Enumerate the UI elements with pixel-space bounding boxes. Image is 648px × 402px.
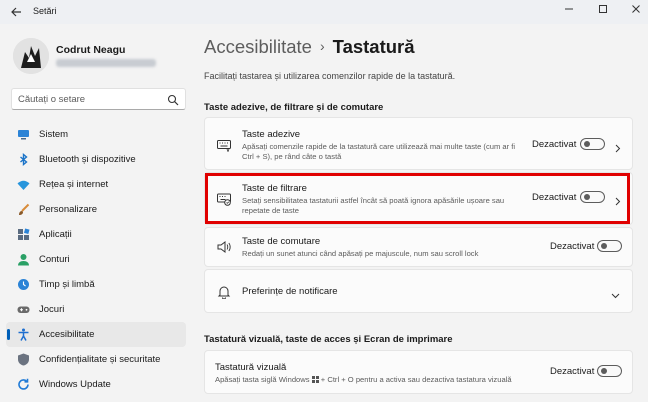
close-icon[interactable] <box>627 3 645 21</box>
breadcrumb-separator: › <box>319 38 325 54</box>
sidebar-item-label: Timp și limbă <box>39 279 95 290</box>
notification-preferences-title: Preferințe de notificare <box>242 286 338 297</box>
bell-icon <box>217 285 231 300</box>
title-bar: Setări <box>0 0 648 24</box>
minimize-icon[interactable] <box>560 3 578 21</box>
windows-logo-icon <box>311 376 319 387</box>
sidebar-item-time-language[interactable]: Timp și limbă <box>6 272 186 297</box>
sticky-keys-description-1: Apăsați comenzile rapide de la tastatură… <box>242 142 516 151</box>
page-description: Facilitați tastarea și utilizarea comenz… <box>204 71 456 81</box>
sidebar-item-label: Jocuri <box>39 304 65 315</box>
toggle-keys-title: Taste de comutare <box>242 236 321 247</box>
sidebar-item-network[interactable]: Rețea și internet <box>6 172 186 197</box>
sidebar-item-label: Aplicații <box>39 229 72 240</box>
profile-name: Codrut Neagu <box>56 44 126 56</box>
toggle-keys-description: Redați un sunet atunci când apăsați pe m… <box>242 249 479 258</box>
sidebar-item-windows-update[interactable]: Windows Update <box>6 372 186 397</box>
search-placeholder: Căutați o setare <box>18 94 86 105</box>
section-title-visual-keyboard: Tastatură vizuală, taste de acces și Ecr… <box>204 334 453 345</box>
breadcrumb-parent[interactable]: Accesibilitate <box>204 36 312 57</box>
search-input[interactable]: Căutați o setare <box>11 88 186 110</box>
avatar[interactable] <box>13 38 49 74</box>
chevron-right-icon[interactable] <box>613 140 622 153</box>
sidebar-item-accessibility[interactable]: Accesibilitate <box>6 322 186 347</box>
sidebar-item-label: Sistem <box>39 129 69 140</box>
search-icon[interactable] <box>167 93 179 106</box>
sidebar-item-label: Confidențialitate și securitate <box>39 354 161 365</box>
apps-icon <box>17 228 30 241</box>
sidebar-item-label: Personalizare <box>39 204 98 215</box>
toggle-keys-card[interactable]: Taste de comutare Redați un sunet atunci… <box>204 227 633 267</box>
person-icon <box>17 253 30 266</box>
sidebar-item-privacy-security[interactable]: Confidențialitate și securitate <box>6 347 186 372</box>
notification-preferences-card[interactable]: Preferințe de notificare <box>204 269 633 313</box>
on-screen-keyboard-status: Dezactivat <box>550 366 595 377</box>
accessibility-icon <box>17 328 30 341</box>
sticky-keys-card[interactable]: Taste adezive Apăsați comenzile rapide d… <box>204 117 633 170</box>
sidebar-item-label: Windows Update <box>39 379 111 390</box>
back-arrow-icon[interactable] <box>8 4 24 20</box>
on-screen-keyboard-toggle[interactable] <box>597 365 622 377</box>
sidebar-item-sistem[interactable]: Sistem <box>6 122 186 147</box>
shield-icon <box>17 353 30 366</box>
sidebar-nav: Sistem Bluetooth și dispozitive Rețea și… <box>6 122 186 397</box>
sidebar-item-personalization[interactable]: Personalizare <box>6 197 186 222</box>
chevron-down-icon[interactable] <box>611 287 620 299</box>
brush-icon <box>17 203 30 216</box>
window-title: Setări <box>33 6 57 16</box>
sidebar-item-label: Bluetooth și dispozitive <box>39 154 136 165</box>
sidebar-item-accounts[interactable]: Conturi <box>6 247 186 272</box>
maximize-icon[interactable] <box>594 3 612 21</box>
sidebar-item-gaming[interactable]: Jocuri <box>6 297 186 322</box>
toggle-keys-toggle[interactable] <box>597 240 622 252</box>
on-screen-keyboard-card[interactable]: Tastatură vizuală Apăsați tasta siglă Wi… <box>204 350 633 394</box>
section-title-keys: Taste adezive, de filtrare și de comutar… <box>204 102 384 113</box>
sidebar-item-bluetooth[interactable]: Bluetooth și dispozitive <box>6 147 186 172</box>
wifi-icon <box>17 178 30 191</box>
highlight-frame <box>205 173 630 224</box>
on-screen-keyboard-description-1: Apăsați tasta siglă Windows <box>215 375 310 384</box>
sticky-keys-description-2: Ctrl + S), pe rând câte o tastă <box>242 152 342 161</box>
page-title: Tastatură <box>332 36 415 57</box>
update-icon <box>17 378 30 391</box>
on-screen-keyboard-description-2: + Ctrl + O pentru a activa sau dezactiva… <box>320 375 512 384</box>
sticky-keys-icon <box>217 138 231 153</box>
sticky-keys-toggle[interactable] <box>580 138 605 150</box>
sidebar-item-label: Rețea și internet <box>39 179 109 190</box>
toggle-keys-status: Dezactivat <box>550 241 595 252</box>
sticky-keys-status: Dezactivat <box>532 139 577 150</box>
breadcrumb: Accesibilitate › Tastatură <box>204 36 415 58</box>
sidebar-item-label: Conturi <box>39 254 70 265</box>
monitor-icon <box>17 128 30 141</box>
gamepad-icon <box>17 303 30 316</box>
globe-clock-icon <box>17 278 30 291</box>
sticky-keys-title: Taste adezive <box>242 129 301 140</box>
on-screen-keyboard-description: Apăsați tasta siglă Windows + Ctrl + O p… <box>215 375 512 387</box>
profile-email-redacted <box>56 59 156 67</box>
speaker-icon <box>217 240 231 254</box>
sidebar-item-label: Accesibilitate <box>39 329 95 340</box>
bluetooth-icon <box>17 153 30 166</box>
on-screen-keyboard-title: Tastatură vizuală <box>215 362 287 373</box>
sidebar-item-apps[interactable]: Aplicații <box>6 222 186 247</box>
